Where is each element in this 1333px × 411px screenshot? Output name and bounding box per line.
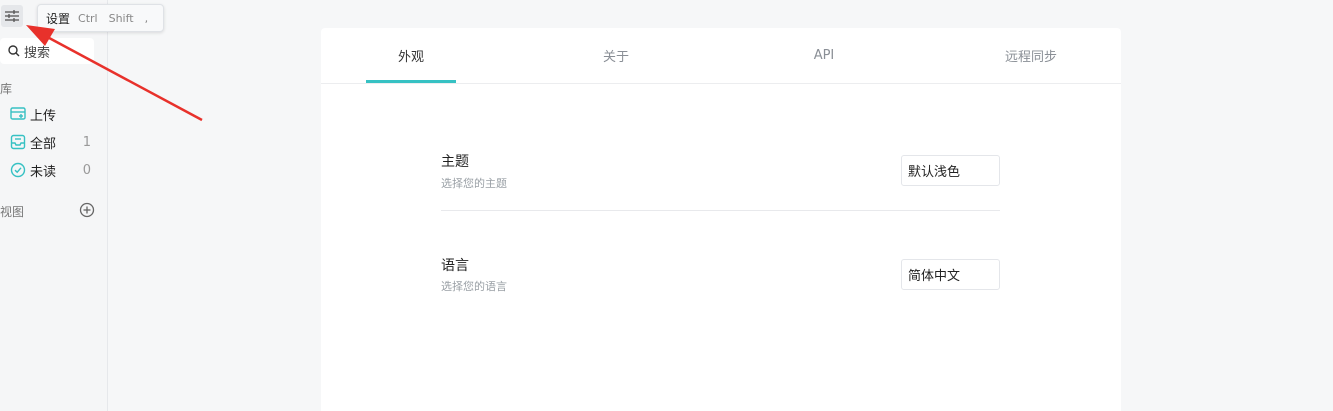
sidebar-item-unread[interactable]: 未读 0 [0, 158, 100, 182]
tab-api[interactable]: API [779, 28, 869, 83]
divider [441, 210, 1000, 211]
sidebar-item-all[interactable]: 全部 1 [0, 130, 100, 154]
annotation-arrow [26, 25, 203, 122]
theme-description: 选择您的主题 [441, 177, 507, 190]
language-description: 选择您的语言 [441, 280, 507, 293]
tab-appearance[interactable]: 外观 [366, 28, 456, 83]
inbox-icon [10, 134, 26, 150]
settings-panel: 外观 关于 API 远程同步 主题 选择您的主题 默认浅色 语言 选择您的语言 … [321, 28, 1121, 411]
theme-title: 主题 [441, 154, 469, 170]
language-select[interactable]: 简体中文 [901, 259, 1000, 290]
tab-about[interactable]: 关于 [571, 28, 661, 83]
tab-remote-sync[interactable]: 远程同步 [986, 28, 1076, 83]
theme-select[interactable]: 默认浅色 [901, 155, 1000, 186]
sidebar-item-label: 未读 [30, 164, 57, 180]
sidebar-item-count: 1 [82, 134, 91, 150]
tab-bar: 外观 关于 API 远程同步 [321, 28, 1121, 84]
active-tab-indicator [366, 80, 456, 83]
sidebar-item-label: 全部 [30, 136, 57, 152]
language-title: 语言 [441, 258, 469, 274]
check-circle-icon [10, 162, 26, 178]
add-view-icon[interactable] [79, 202, 95, 218]
views-section-label: 视图 [0, 205, 25, 219]
sidebar-item-count: 0 [82, 162, 91, 178]
